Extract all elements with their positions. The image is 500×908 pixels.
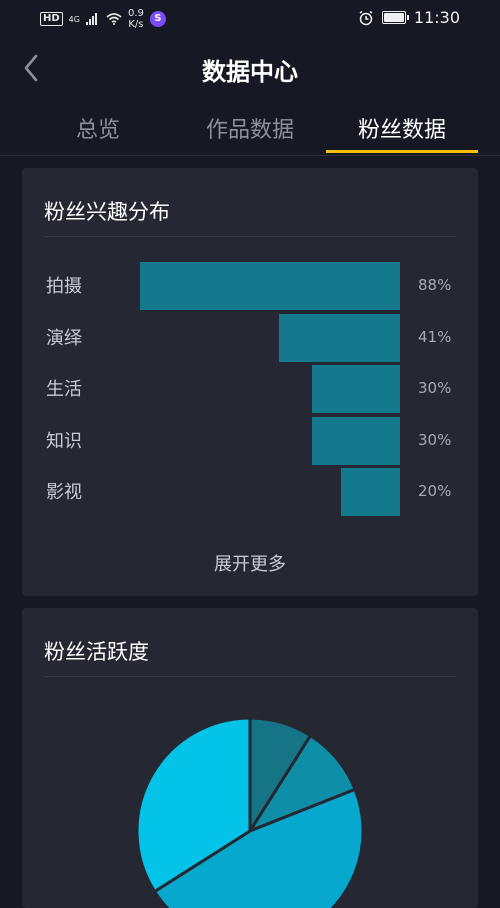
interest-percent: 41% — [418, 327, 452, 346]
page-title: 数据中心 — [202, 58, 298, 86]
interest-label: 知识 — [46, 430, 82, 452]
status-bar: HD 4G 0.9 K/s S 11:30 — [0, 0, 500, 38]
activity-pie-chart — [135, 716, 365, 908]
interest-label: 演绎 — [46, 327, 82, 349]
interest-percent: 30% — [418, 379, 452, 397]
network-speed-value: 0.9 — [127, 8, 144, 19]
interest-label: 影视 — [46, 482, 82, 503]
fans-activity-card: 粉丝活跃度 — [22, 608, 478, 908]
fans-interest-title: 粉丝兴趣分布 — [44, 200, 170, 224]
status-right: 11:30 — [358, 8, 460, 27]
interest-percent: 20% — [418, 482, 452, 500]
status-left: HD 4G 0.9 K/s S — [40, 8, 166, 30]
expand-more-button[interactable]: 展开更多 — [22, 550, 478, 576]
signal-icon — [85, 13, 97, 25]
interest-bar — [341, 468, 400, 516]
tab-bar: 总览 作品数据 粉丝数据 — [0, 100, 500, 156]
active-tab-indicator — [326, 150, 478, 153]
card-divider — [44, 236, 456, 237]
interest-bar — [311, 365, 400, 413]
interest-bar — [279, 313, 400, 362]
alarm-icon — [359, 10, 373, 25]
network-speed-unit: K/s — [128, 19, 144, 30]
tab-fans-data[interactable]: 粉丝数据 — [326, 112, 478, 152]
interest-label: 生活 — [46, 379, 82, 400]
battery-icon — [381, 11, 409, 24]
clock: 11:30 — [413, 8, 460, 27]
wifi-icon — [106, 13, 122, 25]
network-speed: 0.9 K/s — [128, 8, 144, 30]
interest-percent: 88% — [418, 276, 452, 294]
interest-percent: 30% — [418, 430, 452, 449]
network-label: 4G — [68, 14, 80, 24]
battery-fill — [383, 13, 404, 22]
fans-interest-card: 粉丝兴趣分布 拍摄 88% 演绎 41% 生活 30% 知识 30% 影视 20% 展开更多 — [22, 168, 478, 596]
interest-bar — [311, 416, 400, 465]
interest-bar — [140, 262, 400, 310]
interest-label: 拍摄 — [46, 276, 82, 297]
soul-app-icon: S — [149, 11, 166, 27]
hd-badge: HD — [40, 12, 63, 26]
tab-works-data[interactable]: 作品数据 — [176, 112, 324, 152]
nav-bar: 数据中心 — [0, 40, 500, 98]
tab-overview[interactable]: 总览 — [28, 112, 168, 152]
